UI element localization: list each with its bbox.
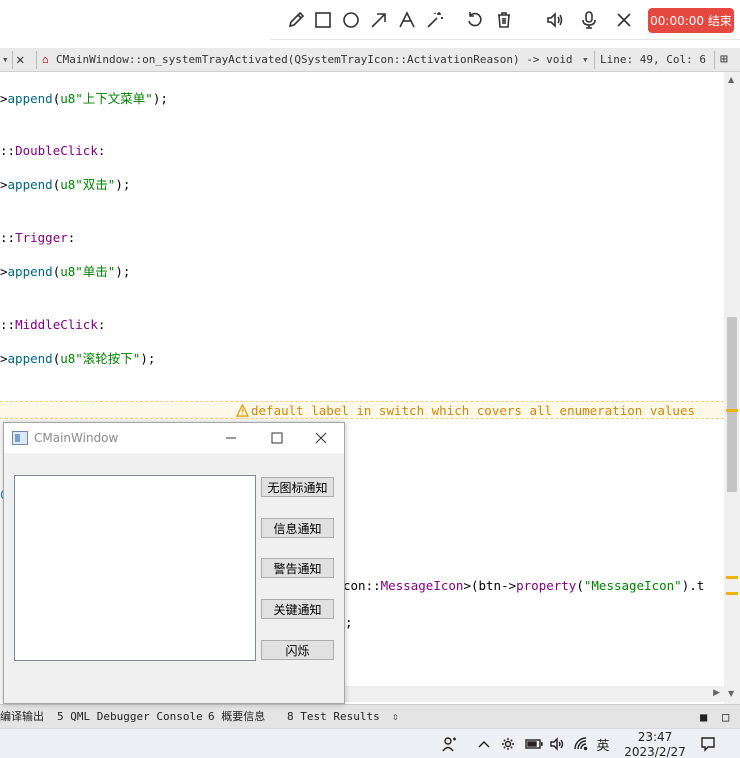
qt-main-window[interactable]: CMainWindow 无图标通知 信息通知 警告通知 关键通知 闪烁 [3,422,345,704]
warning-icon [236,404,249,417]
maximize-button[interactable] [254,423,300,453]
screen-recorder-toolbar: 00:00:00 结束 [270,0,740,40]
arrow-icon[interactable] [367,8,391,32]
close-icon[interactable] [612,8,636,32]
info-notify-button[interactable]: 信息通知 [261,518,334,538]
flash-button[interactable]: 闪烁 [261,640,334,660]
editor-header-bar: ▾ ✕ ⌂ CMainWindow::on_systemTrayActivate… [0,48,740,72]
battery-icon[interactable] [523,729,545,758]
message-text-area[interactable] [14,475,256,661]
input-method-indicator[interactable]: 英 [594,729,612,758]
separator [36,51,37,69]
tab-qml-debugger-console[interactable]: 5 QML Debugger Console [57,705,203,729]
warning-notify-button[interactable]: 警告通知 [261,558,334,578]
warning-marker [726,576,738,579]
tab-summary[interactable]: 6 概要信息 [208,705,265,729]
minimize-icon [226,437,236,439]
code-line: ::MiddleClick: [0,317,106,332]
stop-recording-button[interactable]: 00:00:00 结束 [648,8,734,33]
no-icon-notify-button[interactable]: 无图标通知 [261,477,334,497]
microphone-icon[interactable] [577,8,601,32]
code-line: >append(u8"单击"); [0,264,131,279]
undo-icon[interactable] [463,8,487,32]
separator [714,51,715,69]
wifi-icon[interactable] [572,729,590,758]
output-panel-bar: 编译输出 5 QML Debugger Console 6 概要信息 8 Tes… [0,704,740,728]
minimize-button[interactable] [208,423,254,453]
panel-stop-icon[interactable]: ■ [700,705,707,729]
people-icon[interactable] [440,729,460,758]
speaker-icon[interactable] [543,8,567,32]
tab-compile-output[interactable]: 编译输出 [0,705,44,729]
system-clock[interactable]: 23:47 2023/2/27 [622,730,688,758]
clock-date: 2023/2/27 [624,745,686,758]
cursor-position: Line: 49, Col: 6 [600,53,706,66]
show-hidden-icons-icon[interactable] [476,729,492,758]
dropdown-arrow-icon[interactable]: ▾ [2,48,9,72]
scroll-right-icon[interactable]: ▶ [713,688,720,698]
separator [12,51,13,69]
volume-icon[interactable] [548,729,566,758]
maximize-icon [271,432,283,444]
pencil-icon[interactable] [284,8,308,32]
rectangle-icon[interactable] [311,8,335,32]
code-line: >append(u8"双击"); [0,177,131,192]
app-window-icon [12,431,28,445]
function-icon: ⌂ [42,53,49,66]
split-view-icon[interactable]: ⊞ [720,48,728,72]
code-line: con::MessageIcon>(btn->property("Message… [343,578,705,593]
circle-icon[interactable] [339,8,363,32]
panel-maximize-icon[interactable]: □ [722,705,729,729]
window-title: CMainWindow [34,431,119,445]
scroll-up-icon[interactable]: ▲ [728,75,734,84]
magic-wand-icon[interactable] [423,8,447,32]
code-line: ::DoubleClick: [0,143,106,158]
scrollbar-thumb[interactable] [727,317,737,492]
warning-annotation: default label in switch which covers all… [236,403,695,418]
symbol-dropdown-icon[interactable]: ▾ [582,48,589,72]
tab-test-results[interactable]: 8 Test Results [287,705,380,729]
close-icon [315,432,327,444]
settings-tray-icon[interactable] [500,729,516,758]
windows-taskbar: 英 23:47 2023/2/27 [0,728,740,758]
clock-time: 23:47 [637,730,673,744]
scroll-down-icon[interactable]: ▼ [728,689,734,698]
critical-notify-button[interactable]: 关键通知 [261,599,334,619]
function-signature[interactable]: CMainWindow::on_systemTrayActivated(QSys… [56,48,573,72]
separator [594,51,595,69]
code-line: >append(u8"滚轮按下"); [0,351,156,366]
code-line: ::Trigger: [0,230,76,245]
horizontal-scrollbar[interactable]: ▶ [344,686,724,702]
close-document-icon[interactable]: ✕ [16,48,24,72]
vertical-scrollbar[interactable]: ▲ ▼ [724,72,740,704]
window-title-bar[interactable]: CMainWindow [4,423,344,453]
close-window-button[interactable] [298,423,344,453]
code-line: ; [345,615,353,630]
panel-menu-icon[interactable]: ⇕ [392,705,399,729]
code-line: >append(u8"上下文菜单"); [0,91,168,106]
text-icon[interactable] [395,8,419,32]
warning-marker [726,592,738,595]
trash-icon[interactable] [492,8,516,32]
notification-icon[interactable] [698,729,718,758]
warning-marker [726,409,738,412]
